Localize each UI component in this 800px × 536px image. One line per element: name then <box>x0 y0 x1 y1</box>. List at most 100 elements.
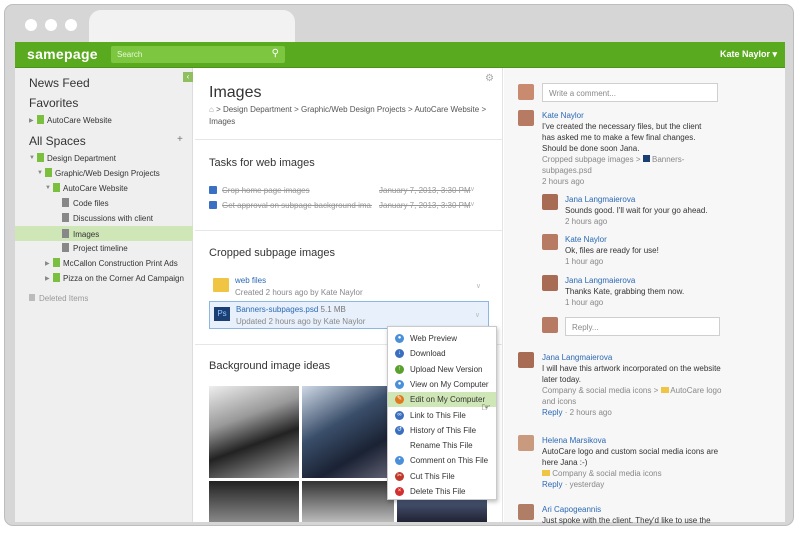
browser-tab[interactable] <box>89 10 295 46</box>
sidebar-item-graphic-web[interactable]: Graphic/Web Design Projects <box>55 169 160 178</box>
comment-author[interactable]: Kate Naylor <box>542 110 712 121</box>
sidebar-item-code-files[interactable]: Code files <box>73 199 109 208</box>
window-dot[interactable] <box>25 19 37 31</box>
comment-text: I will have this artwork incorporated on… <box>542 364 721 384</box>
comment-author[interactable]: Ari Capogeannis <box>542 504 722 515</box>
menu-item-upload-new-version[interactable]: ↑ Upload New Version <box>388 362 496 377</box>
sidebar: ‹ News Feed Favorites ▶ AutoCare Website… <box>15 68 193 522</box>
collapse-icon[interactable]: ▼ <box>29 155 35 161</box>
sidebar-item-discussions[interactable]: Discussions with client <box>73 214 153 223</box>
image-thumbnail[interactable] <box>302 386 394 478</box>
comment-actions: Reply · 2 hours ago <box>542 407 722 418</box>
comment: Jana Langmaierova I will have this artwo… <box>542 352 722 418</box>
nav-news-feed[interactable]: News Feed <box>29 76 90 90</box>
collapse-icon[interactable]: ▼ <box>45 185 51 191</box>
expand-icon[interactable]: ▶ <box>29 117 34 124</box>
ref-path[interactable]: Cropped subpage images > <box>542 155 641 164</box>
app-logo[interactable]: samepage <box>27 46 98 62</box>
search-input[interactable]: Search ⚲ <box>111 46 285 63</box>
image-thumbnail[interactable] <box>209 386 299 478</box>
browser-window: samepage Search ⚲ Kate Naylor ▾ ‹ News F… <box>4 4 794 526</box>
comment-author[interactable]: Jana Langmaierova <box>565 194 715 205</box>
image-thumbnail[interactable] <box>209 481 299 522</box>
collapse-icon[interactable]: ▼ <box>37 170 43 176</box>
menu-item-web-preview[interactable]: ● Web Preview <box>388 331 496 346</box>
comment-author[interactable]: Jana Langmaierova <box>565 275 715 286</box>
gear-icon[interactable]: ⚙ <box>485 73 494 84</box>
file-row[interactable]: web files Created 2 hours ago by Kate Na… <box>209 273 489 301</box>
task-row[interactable]: Crop home page images January 7, 2013, 3… <box>209 185 475 199</box>
collapse-sidebar-icon[interactable]: ‹ <box>183 72 193 82</box>
menu-item-label: Cut This File <box>410 471 455 481</box>
comment-text: Thanks Kate, grabbing them now. <box>565 287 685 296</box>
sidebar-item-images[interactable]: Images <box>73 230 99 239</box>
file-name[interactable]: Banners-subpages.psd <box>236 305 318 314</box>
task-checkbox[interactable] <box>209 186 217 194</box>
home-icon[interactable]: ⌂ <box>209 105 216 114</box>
mouse-cursor-icon: ☞ <box>481 402 491 414</box>
window-dot[interactable] <box>45 19 57 31</box>
chevron-down-icon[interactable]: ∨ <box>475 311 480 319</box>
menu-item-delete-this-file[interactable]: × Delete This File <box>388 484 496 499</box>
avatar <box>518 352 534 368</box>
ref-file[interactable]: Company & social media icons <box>552 469 661 478</box>
edit-icon: ✎ <box>395 395 404 405</box>
task-checkbox[interactable] <box>209 201 217 209</box>
comment-author[interactable]: Kate Naylor <box>565 234 715 245</box>
menu-item-link-to-this-file[interactable]: ∞ Link to This File <box>388 408 496 423</box>
sidebar-item-autocare[interactable]: AutoCare Website <box>63 184 128 193</box>
reply-input[interactable]: Reply... <box>565 317 720 336</box>
folder-icon <box>660 387 669 393</box>
expand-icon[interactable]: ▶ <box>45 260 50 267</box>
search-icon[interactable]: ⚲ <box>272 48 279 59</box>
file-row-selected[interactable]: Ps Banners-subpages.psd 5.1 MB Updated 2… <box>209 301 489 329</box>
chevron-down-icon[interactable]: ∨ <box>476 282 481 290</box>
breadcrumb-path[interactable]: > Design Department > Graphic/Web Design… <box>209 105 486 126</box>
space-icon <box>53 258 60 267</box>
menu-item-edit-on-my-computer[interactable]: ✎ Edit on My Computer <box>388 392 496 408</box>
top-bar: samepage Search ⚲ Kate Naylor ▾ <box>15 42 785 68</box>
chevron-down-icon[interactable]: ∨ <box>470 200 475 208</box>
menu-item-view-on-my-computer[interactable]: ● View on My Computer <box>388 377 496 392</box>
sidebar-item-design-department[interactable]: Design Department <box>47 154 116 163</box>
comment-author[interactable]: Jana Langmaierova <box>542 352 722 363</box>
sidebar-item-mccallon[interactable]: McCallon Construction Print Ads <box>63 259 178 268</box>
reply-link[interactable]: Reply <box>542 408 562 417</box>
divider <box>195 139 503 140</box>
user-menu[interactable]: Kate Naylor ▾ <box>720 49 777 60</box>
comment-time: 1 hour ago <box>565 298 604 307</box>
reply-link[interactable]: Reply <box>542 480 562 489</box>
avatar <box>518 84 534 100</box>
menu-item-cut-this-file[interactable]: ✂ Cut This File <box>388 469 496 484</box>
expand-icon[interactable]: ▶ <box>45 275 50 282</box>
window-dot[interactable] <box>65 19 77 31</box>
ref-path[interactable]: Company & social media icons > <box>542 386 658 395</box>
avatar <box>518 110 534 126</box>
image-thumbnail[interactable] <box>302 481 394 522</box>
add-space-button[interactable]: + <box>177 134 183 145</box>
sidebar-item-project-timeline[interactable]: Project timeline <box>73 244 128 253</box>
nav-all-spaces[interactable]: All Spaces <box>29 134 86 148</box>
menu-item-label: Comment on This File <box>410 456 489 466</box>
menu-item-download[interactable]: ↓ Download <box>388 346 496 361</box>
chevron-down-icon[interactable]: ∨ <box>470 185 475 193</box>
folder-icon <box>542 470 550 476</box>
comment-input[interactable]: Write a comment... <box>542 83 718 102</box>
comment-icon: • <box>395 456 404 466</box>
deleted-items-link[interactable]: Deleted Items <box>39 294 88 303</box>
task-text: Crop home page images <box>222 186 310 195</box>
comment-author[interactable]: Helena Marsikova <box>542 435 722 446</box>
sidebar-item-pizza[interactable]: Pizza on the Corner Ad Campaign <box>63 274 184 283</box>
file-name[interactable]: web files <box>235 276 266 285</box>
nav-favorites[interactable]: Favorites <box>29 96 78 110</box>
comment-time: 2 hours ago <box>565 217 608 226</box>
comments-panel: Write a comment... Kate Naylor I've crea… <box>504 68 785 525</box>
menu-item-history-of-this-file[interactable]: ↺ History of This File <box>388 423 496 438</box>
comment-ref: Company & social media icons > AutoCare … <box>542 385 722 407</box>
download-icon: ↓ <box>395 349 404 359</box>
menu-item-rename-this-file[interactable]: ​ Rename This File <box>388 438 496 453</box>
comment-time: 2 hours ago <box>542 177 585 186</box>
favorite-item[interactable]: AutoCare Website <box>47 116 112 125</box>
task-row[interactable]: Get approval on subpage background ima..… <box>209 200 475 214</box>
menu-item-comment-on-this-file[interactable]: • Comment on This File <box>388 453 496 468</box>
